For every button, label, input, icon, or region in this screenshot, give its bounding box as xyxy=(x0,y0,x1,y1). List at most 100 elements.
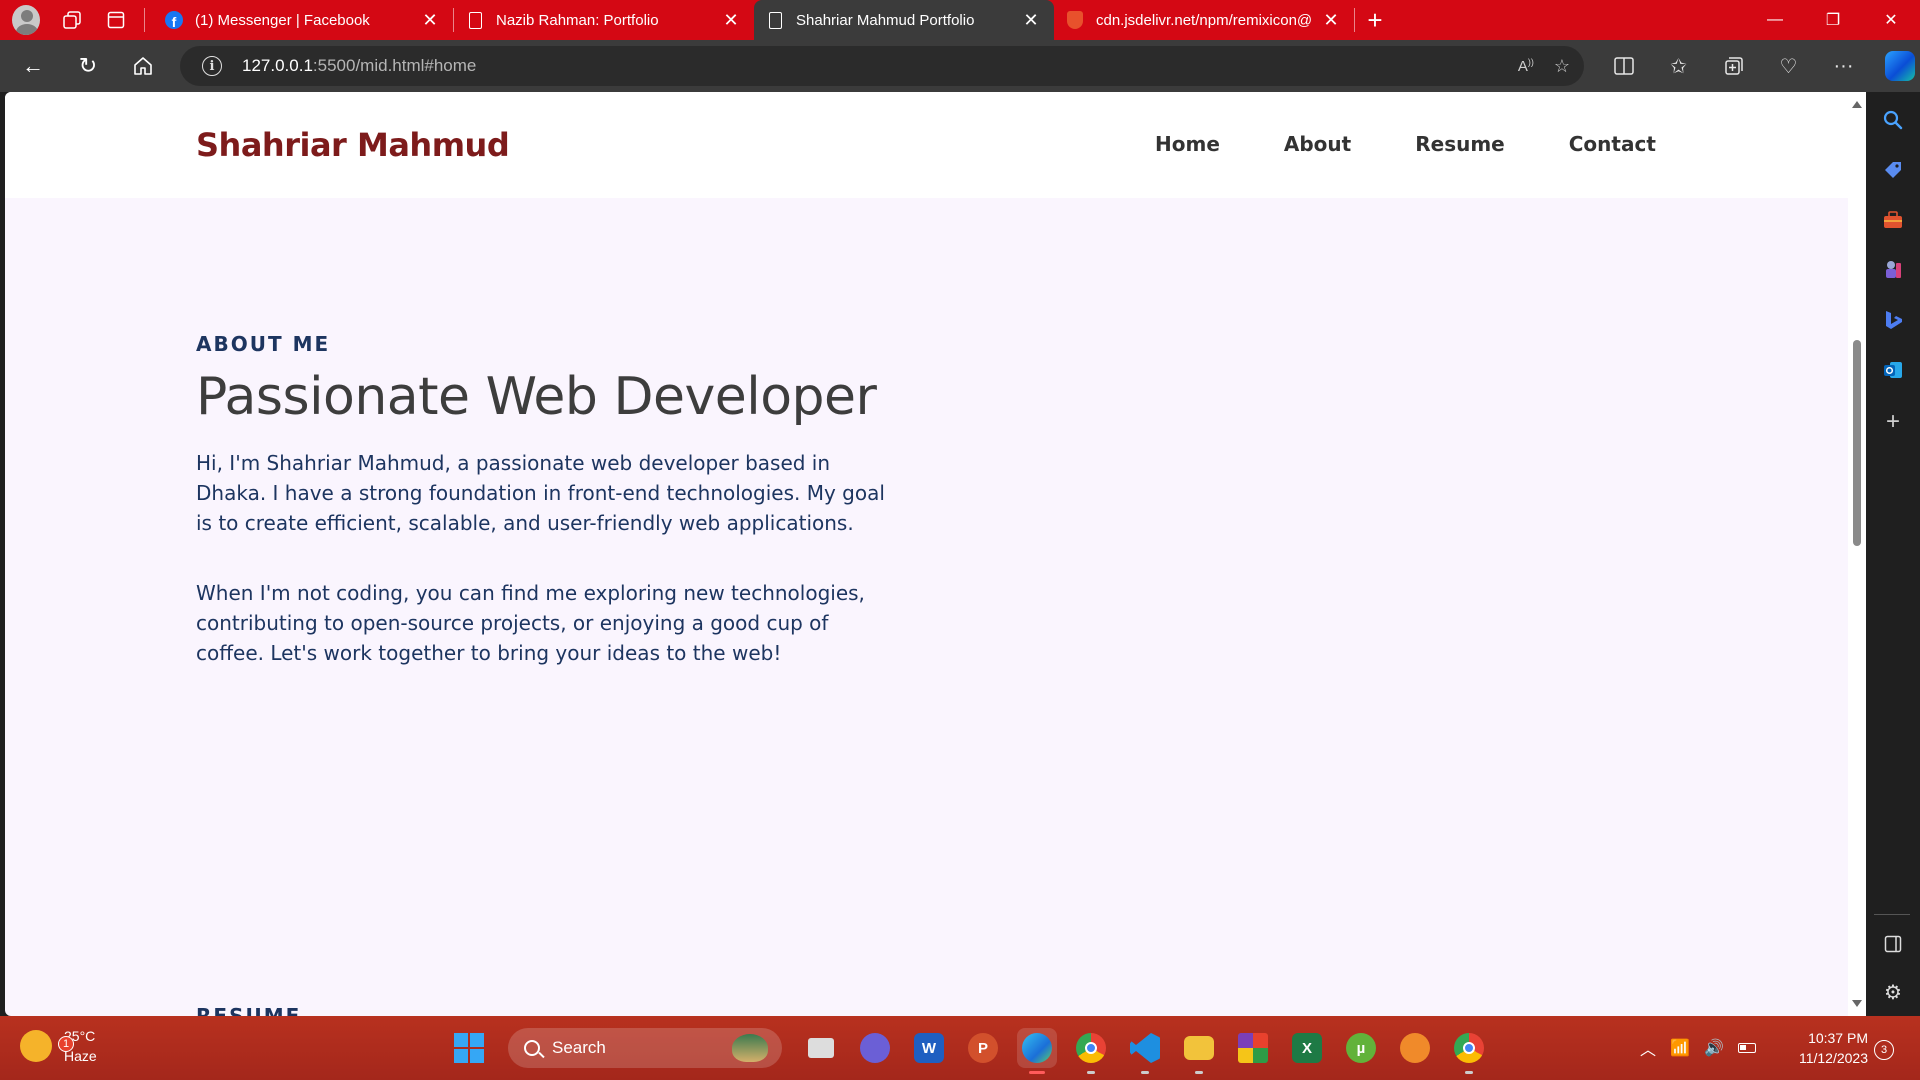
vscode-app[interactable] xyxy=(1125,1028,1165,1074)
teams-meet-icon xyxy=(860,1033,890,1063)
tab-strip: f (1) Messenger | Facebook ✕ Nazib Rahma… xyxy=(0,0,1920,40)
favorite-star-icon[interactable]: ☆ xyxy=(1554,56,1570,77)
taskbar-search-label: Search xyxy=(552,1038,606,1057)
url-text[interactable]: 127.0.0.1:5500/mid.html#home xyxy=(242,56,476,76)
split-screen-icon xyxy=(1613,57,1634,75)
avatar-icon xyxy=(12,5,40,35)
ubuntu-like-app[interactable] xyxy=(1395,1028,1435,1068)
address-bar[interactable]: i 127.0.0.1:5500/mid.html#home A)) ☆ xyxy=(180,46,1584,86)
sidebar-settings-button[interactable]: ⚙ xyxy=(1877,976,1909,1008)
browser-essentials-button[interactable]: ♡ xyxy=(1761,46,1816,86)
tab-nazib-portfolio[interactable]: Nazib Rahman: Portfolio ✕ xyxy=(454,0,754,40)
volume-icon[interactable]: 🔊 xyxy=(1704,1038,1724,1058)
color-grid-icon xyxy=(1238,1033,1268,1063)
site-brand[interactable]: Shahriar Mahmud xyxy=(196,126,510,164)
word-icon: W xyxy=(914,1033,944,1063)
bing-icon xyxy=(1886,311,1902,329)
page-scrollbar[interactable] xyxy=(1848,92,1866,1016)
task-view-button[interactable] xyxy=(801,1028,841,1068)
nav-about[interactable]: About xyxy=(1284,132,1351,156)
home-button[interactable] xyxy=(121,48,165,84)
settings-more-button[interactable]: ··· xyxy=(1816,46,1871,86)
teams-app[interactable] xyxy=(855,1028,895,1068)
battery-icon[interactable] xyxy=(1737,1043,1756,1053)
excel-app[interactable]: X xyxy=(1287,1028,1327,1068)
tab-messenger[interactable]: f (1) Messenger | Facebook ✕ xyxy=(153,0,453,40)
vertical-tabs-icon xyxy=(107,11,125,29)
tab-title: (1) Messenger | Facebook xyxy=(195,11,370,29)
close-icon[interactable]: ✕ xyxy=(419,9,441,31)
sidebar-search-button[interactable] xyxy=(1877,104,1909,136)
sidebar-games-button[interactable] xyxy=(1877,254,1909,286)
back-arrow-icon: ← xyxy=(22,53,44,78)
nav-home[interactable]: Home xyxy=(1155,132,1220,156)
tab-jsdelivr[interactable]: cdn.jsdelivr.net/npm/remixicon@ ✕ xyxy=(1054,0,1354,40)
sidebar-hide-button[interactable] xyxy=(1877,928,1909,960)
sidebar-outlook-button[interactable] xyxy=(1877,354,1909,386)
site-header: Shahriar Mahmud Home About Resume Contac… xyxy=(5,92,1848,198)
sidebar-add-button[interactable]: + xyxy=(1877,406,1909,438)
shield-icon xyxy=(1067,11,1083,29)
tab-actions-button[interactable] xyxy=(96,0,136,40)
restore-button[interactable]: ❐ xyxy=(1804,0,1862,40)
site-nav: Home About Resume Contact xyxy=(1155,132,1720,156)
chrome-app-profile-1[interactable] xyxy=(1071,1028,1111,1074)
nav-contact[interactable]: Contact xyxy=(1569,132,1656,156)
chrome-app-profile-2[interactable] xyxy=(1449,1028,1489,1074)
refresh-icon: ↻ xyxy=(78,53,98,78)
edge-icon xyxy=(1022,1033,1052,1063)
favorites-icon: ✩ xyxy=(1670,55,1687,78)
nav-resume[interactable]: Resume xyxy=(1415,132,1505,156)
paint-app[interactable] xyxy=(1233,1028,1273,1068)
close-icon[interactable]: ✕ xyxy=(1320,9,1342,31)
sidebar-copilot-button[interactable] xyxy=(1877,304,1909,336)
word-app[interactable]: W xyxy=(909,1028,949,1068)
new-tab-button[interactable]: + xyxy=(1355,0,1395,40)
file-explorer-app[interactable] xyxy=(1179,1028,1219,1074)
tab-title: Shahriar Mahmud Portfolio xyxy=(796,11,975,29)
edge-app[interactable] xyxy=(1017,1028,1057,1074)
home-icon xyxy=(134,57,152,75)
notification-badge[interactable]: 3 xyxy=(1874,1040,1894,1060)
favorites-button[interactable]: ✩ xyxy=(1651,46,1706,86)
powerpoint-app[interactable]: P xyxy=(963,1028,1003,1068)
close-window-button[interactable]: ✕ xyxy=(1862,0,1920,40)
document-icon xyxy=(768,11,782,29)
copilot-icon[interactable] xyxy=(1885,51,1915,81)
weather-widget[interactable]: 1 25°C Haze xyxy=(20,1026,97,1066)
close-icon[interactable]: ✕ xyxy=(720,9,742,31)
taskbar-search[interactable]: Search xyxy=(508,1028,782,1068)
scroll-up-icon[interactable] xyxy=(1852,101,1862,108)
about-paragraph-2: When I'm not coding, you can find me exp… xyxy=(196,581,865,665)
split-screen-button[interactable] xyxy=(1596,46,1651,86)
taskbar-apps: Search W P X µ xyxy=(442,1024,1496,1074)
collections-button[interactable] xyxy=(1706,46,1761,86)
minimize-icon: — xyxy=(1767,11,1783,28)
search-highlight-icon xyxy=(732,1034,768,1062)
workspaces-icon xyxy=(63,11,81,29)
wifi-icon[interactable]: 📶 xyxy=(1670,1038,1690,1058)
toolbox-icon xyxy=(1884,211,1902,228)
heart-pulse-icon: ♡ xyxy=(1779,55,1798,78)
tab-separator xyxy=(144,8,145,32)
chevron-up-icon[interactable]: ︿ xyxy=(1640,1036,1656,1060)
site-info-icon[interactable]: i xyxy=(202,56,222,76)
chrome-icon xyxy=(1076,1033,1106,1063)
utorrent-app[interactable]: µ xyxy=(1341,1028,1381,1068)
minimize-button[interactable]: — xyxy=(1746,0,1804,40)
profile-button[interactable] xyxy=(0,0,40,40)
sidebar-tools-button[interactable] xyxy=(1877,204,1909,236)
scroll-thumb[interactable] xyxy=(1853,340,1861,546)
tab-shahriar-portfolio[interactable]: Shahriar Mahmud Portfolio ✕ xyxy=(754,0,1054,40)
workspaces-button[interactable] xyxy=(52,0,92,40)
sidebar-divider xyxy=(1874,914,1910,915)
close-icon[interactable]: ✕ xyxy=(1020,9,1042,31)
back-button[interactable]: ← xyxy=(11,48,55,84)
read-aloud-icon[interactable]: A)) xyxy=(1518,57,1534,75)
scroll-down-icon[interactable] xyxy=(1852,1000,1862,1007)
vscode-icon xyxy=(1130,1033,1160,1063)
taskbar-clock[interactable]: 10:37 PM 11/12/2023 xyxy=(1780,1028,1868,1068)
start-button[interactable] xyxy=(454,1033,484,1063)
refresh-button[interactable]: ↻ xyxy=(66,48,110,84)
sidebar-shopping-button[interactable] xyxy=(1877,154,1909,186)
